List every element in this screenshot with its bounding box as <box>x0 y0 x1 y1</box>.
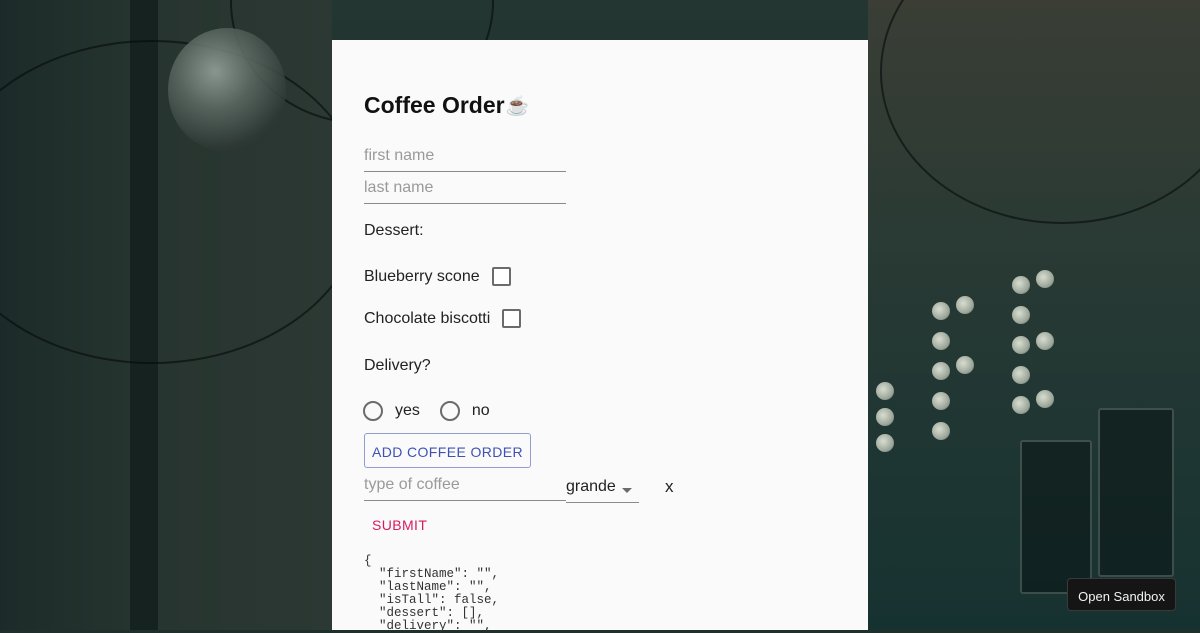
last-name-field <box>364 175 566 204</box>
first-name-input[interactable] <box>364 143 566 169</box>
last-name-input[interactable] <box>364 175 566 201</box>
delivery-yes-radio[interactable] <box>363 401 383 421</box>
delivery-radio-group: yes no <box>363 401 510 421</box>
coffee-type-field <box>364 472 566 501</box>
dessert-option-label: Chocolate biscotti <box>364 309 491 327</box>
first-name-field <box>364 143 566 172</box>
menu-board <box>1020 440 1092 594</box>
delivery-label: Delivery? <box>364 357 431 374</box>
title-text: Coffee Order <box>364 92 505 118</box>
coffee-type-input[interactable] <box>364 472 566 498</box>
coffee-size-select[interactable]: grande <box>566 476 639 503</box>
coffee-cup-icon: ☕ <box>505 95 530 117</box>
open-sandbox-button[interactable]: Open Sandbox <box>1067 578 1176 611</box>
chocolate-biscotti-checkbox[interactable] <box>502 309 522 328</box>
dessert-label: Dessert: <box>364 222 424 239</box>
delivery-no-label[interactable]: no <box>472 402 490 420</box>
coffee-order-form: Coffee Order☕ Dessert: Blueberry scone C… <box>332 40 868 633</box>
delivery-no-radio[interactable] <box>439 401 460 421</box>
coffee-size-value: grande <box>566 478 616 495</box>
caret-down-icon <box>622 488 632 493</box>
disco-ball-image <box>168 28 286 152</box>
delivery-yes-label[interactable]: yes <box>395 402 420 420</box>
blueberry-scone-checkbox[interactable] <box>491 267 511 286</box>
submit-button[interactable]: SUBMIT <box>364 513 432 537</box>
dessert-option-label: Blueberry scone <box>364 267 480 285</box>
dessert-option-chocolate-biscotti[interactable]: Chocolate biscotti <box>364 309 522 328</box>
remove-coffee-button[interactable]: x <box>665 477 674 497</box>
form-state-json: { "firstName": "", "lastName": "", "isTa… <box>364 554 500 633</box>
add-coffee-order-button[interactable]: ADD COFFEE ORDER <box>364 433 531 468</box>
dessert-option-blueberry-scone[interactable]: Blueberry scone <box>364 267 511 286</box>
menu-board <box>1098 408 1174 577</box>
page-title: Coffee Order ☕ <box>364 92 529 119</box>
